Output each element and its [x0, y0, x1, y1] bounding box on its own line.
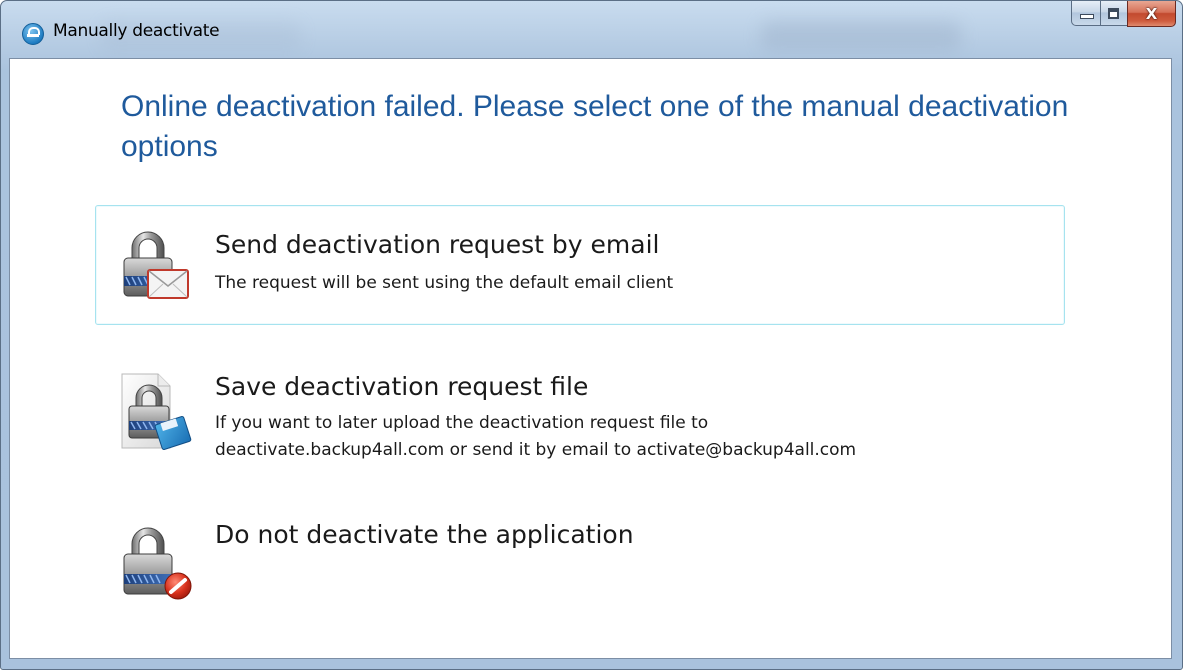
maximize-icon — [1108, 8, 1119, 19]
option-description-line: deactivate.backup4all.com or send it by … — [215, 440, 857, 460]
app-logo-icon — [22, 23, 44, 45]
lock-save-file-icon — [121, 373, 192, 450]
option-description: The request will be sent using the defau… — [215, 273, 674, 293]
maximize-button[interactable] — [1100, 1, 1127, 26]
dialog-heading: Online deactivation failed. Please selec… — [121, 90, 1069, 163]
minimize-icon — [1080, 14, 1094, 19]
title-bar[interactable]: Manually deactivate X — [1, 1, 1182, 57]
option-title: Save deactivation request file — [215, 372, 589, 401]
caption-buttons: X — [1071, 1, 1176, 28]
close-icon: X — [1145, 4, 1158, 23]
close-button[interactable]: X — [1127, 1, 1176, 27]
option-do-not-deactivate[interactable]: Do not deactivate the application — [95, 507, 1065, 607]
lock-cancel-icon — [123, 527, 192, 600]
dialog-window: Manually deactivate X Online deactivatio… — [0, 0, 1183, 670]
option-description-line: If you want to later upload the deactiva… — [215, 413, 709, 433]
lock-email-icon — [123, 231, 189, 299]
option-save-file[interactable]: Save deactivation request file If you wa… — [95, 359, 1065, 479]
option-title: Send deactivation request by email — [215, 230, 660, 259]
option-send-email[interactable]: Send deactivation request by email The r… — [95, 205, 1065, 325]
option-title: Do not deactivate the application — [215, 520, 634, 549]
option-description: If you want to later upload the deactiva… — [215, 410, 1045, 464]
minimize-button[interactable] — [1071, 1, 1100, 26]
window-title: Manually deactivate — [53, 21, 220, 41]
dialog-content: Online deactivation failed. Please selec… — [9, 58, 1172, 659]
